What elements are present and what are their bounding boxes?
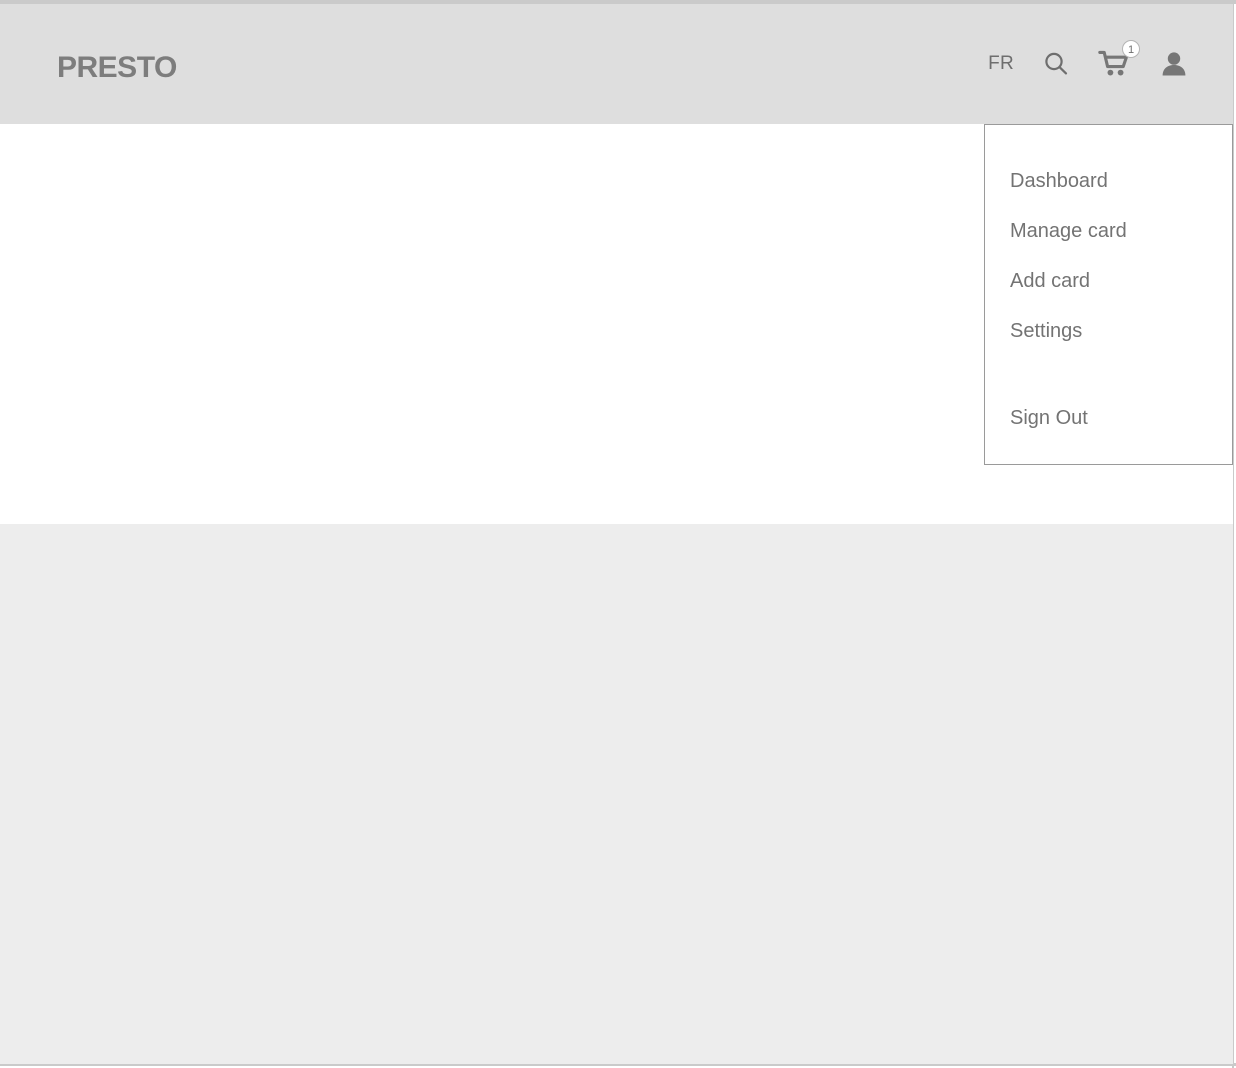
header-actions: FR 1: [988, 4, 1189, 124]
menu-item-settings[interactable]: Settings: [1010, 319, 1082, 343]
content-area-secondary: [0, 524, 1233, 1064]
cart-badge-count: 1: [1122, 40, 1140, 58]
language-toggle-fr[interactable]: FR: [988, 54, 1014, 74]
presto-logo[interactable]: PRESTO: [57, 50, 177, 86]
person-icon[interactable]: [1159, 49, 1189, 79]
menu-item-sign-out[interactable]: Sign Out: [1010, 406, 1088, 430]
menu-item-manage-card[interactable]: Manage card: [1010, 219, 1127, 243]
menu-item-dashboard[interactable]: Dashboard: [1010, 169, 1108, 193]
site-header: PRESTO FR 1: [0, 4, 1233, 124]
account-dropdown-menu: Dashboard Manage card Add card Settings …: [984, 124, 1233, 465]
search-icon[interactable]: [1041, 49, 1071, 79]
cart-button[interactable]: 1: [1098, 40, 1140, 79]
app-window: PRESTO FR 1 Dashboard Manage card Add ca…: [0, 0, 1236, 1068]
menu-item-add-card[interactable]: Add card: [1010, 269, 1090, 293]
